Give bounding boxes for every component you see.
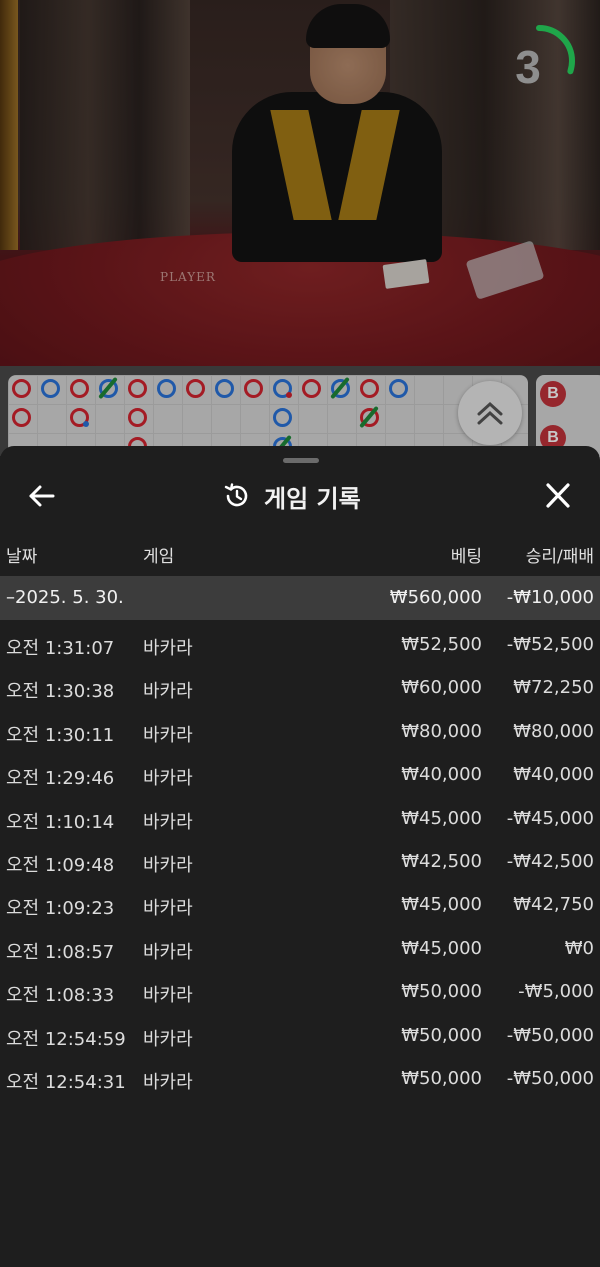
row-time: 오전 1:09:48 — [6, 854, 115, 876]
history-icon — [224, 483, 248, 507]
row-result: -₩50,000 — [506, 1067, 594, 1089]
row-result: -₩5,000 — [518, 981, 594, 1003]
page-title: 게임 기록 — [264, 484, 361, 513]
close-button[interactable] — [538, 478, 578, 514]
row-game: 바카라 — [143, 985, 193, 1007]
row-game: 바카라 — [143, 898, 193, 920]
row-bet: ₩45,000 — [401, 937, 482, 959]
row-time: 오전 1:29:46 — [6, 768, 115, 790]
row-time: 오전 12:54:59 — [6, 1028, 126, 1050]
row-time: 오전 1:08:57 — [6, 941, 115, 963]
history-row[interactable]: 오전 12:54:31 바카라 ₩50,000 -₩50,000 — [0, 1058, 600, 1101]
row-result: -₩50,000 — [506, 1024, 594, 1046]
game-history-sheet: 게임 기록 날짜 게임 베팅 승리/패배 –2025. 5. 30. ₩560,… — [0, 446, 600, 1267]
row-result: ₩42,750 — [513, 894, 594, 916]
road-map: B B — [0, 366, 600, 465]
column-headers: 날짜 게임 베팅 승리/패배 — [0, 542, 600, 572]
row-game: 바카라 — [143, 811, 193, 833]
row-bet: ₩80,000 — [401, 720, 482, 742]
row-time: 오전 1:31:07 — [6, 638, 115, 659]
row-result: -₩52,500 — [506, 634, 594, 655]
sheet-header: 게임 기록 — [0, 470, 600, 518]
summary-bet: ₩560,000 — [389, 587, 482, 608]
summary-result: -₩10,000 — [506, 587, 594, 608]
column-date: 날짜 — [6, 547, 38, 567]
history-row[interactable]: 오전 1:29:46 바카라 ₩40,000 ₩40,000 — [0, 754, 600, 797]
column-bet: 베팅 — [450, 547, 482, 567]
row-bet: ₩45,000 — [401, 894, 482, 916]
row-time: 오전 1:09:23 — [6, 898, 115, 920]
date-summary-row[interactable]: –2025. 5. 30. ₩560,000 -₩10,000 — [0, 576, 600, 620]
row-result: -₩42,500 — [506, 850, 594, 872]
row-bet: ₩42,500 — [401, 850, 482, 872]
row-game: 바카라 — [143, 854, 193, 876]
row-bet: ₩60,000 — [401, 677, 482, 699]
back-button[interactable] — [22, 478, 62, 514]
row-result: -₩45,000 — [506, 807, 594, 829]
history-row[interactable]: 오전 1:30:38 바카라 ₩60,000 ₩72,250 — [0, 667, 600, 710]
row-time: 오전 1:08:33 — [6, 985, 115, 1007]
arrow-left-icon — [29, 485, 55, 507]
history-row[interactable]: 오전 1:09:23 바카라 ₩45,000 ₩42,750 — [0, 884, 600, 927]
row-result: ₩80,000 — [513, 720, 594, 742]
row-game: 바카라 — [143, 1028, 193, 1050]
row-game: 바카라 — [143, 1071, 193, 1093]
row-bet: ₩45,000 — [401, 807, 482, 829]
history-list: 오전 1:31:07 바카라 ₩52,500 -₩52,500 오전 1:30:38 바카… — [0, 624, 600, 1101]
history-row[interactable]: 오전 12:54:59 바카라 ₩50,000 -₩50,000 — [0, 1015, 600, 1058]
row-game: 바카라 — [143, 681, 193, 703]
column-game: 게임 — [143, 547, 175, 567]
row-result: ₩0 — [564, 937, 594, 959]
row-time: 오전 1:30:11 — [6, 724, 115, 746]
row-game: 바카라 — [143, 941, 193, 963]
history-row[interactable]: 오전 1:10:14 바카라 ₩45,000 -₩45,000 — [0, 798, 600, 841]
history-row[interactable]: 오전 1:09:48 바카라 ₩42,500 -₩42,500 — [0, 841, 600, 884]
drag-handle[interactable] — [283, 458, 319, 463]
column-result: 승리/패배 — [525, 547, 594, 567]
row-game: 바카라 — [143, 724, 193, 746]
history-row[interactable]: 오전 1:31:07 바카라 ₩52,500 -₩52,500 — [0, 624, 600, 667]
summary-date: –2025. 5. 30. — [6, 587, 124, 608]
row-time: 오전 1:30:38 — [6, 681, 115, 703]
live-video: PLAYER 3 — [0, 0, 600, 366]
row-game: 바카라 — [143, 768, 193, 790]
history-row[interactable]: 오전 1:08:33 바카라 ₩50,000 -₩5,000 — [0, 971, 600, 1014]
title-group: 게임 기록 — [222, 476, 361, 516]
row-time: 오전 1:10:14 — [6, 811, 115, 833]
close-icon — [546, 483, 570, 508]
row-bet: ₩50,000 — [401, 1067, 482, 1089]
history-row[interactable]: 오전 1:08:57 바카라 ₩45,000 ₩0 — [0, 928, 600, 971]
row-result: ₩40,000 — [513, 764, 594, 786]
row-time: 오전 12:54:31 — [6, 1071, 126, 1093]
row-game: 바카라 — [143, 638, 193, 659]
row-bet: ₩50,000 — [401, 981, 482, 1003]
history-row[interactable]: 오전 1:30:11 바카라 ₩80,000 ₩80,000 — [0, 711, 600, 754]
row-bet: ₩40,000 — [401, 764, 482, 786]
countdown-timer: 3 — [515, 41, 541, 93]
row-result: ₩72,250 — [513, 677, 594, 699]
row-bet: ₩50,000 — [401, 1024, 482, 1046]
row-bet: ₩52,500 — [401, 634, 482, 655]
